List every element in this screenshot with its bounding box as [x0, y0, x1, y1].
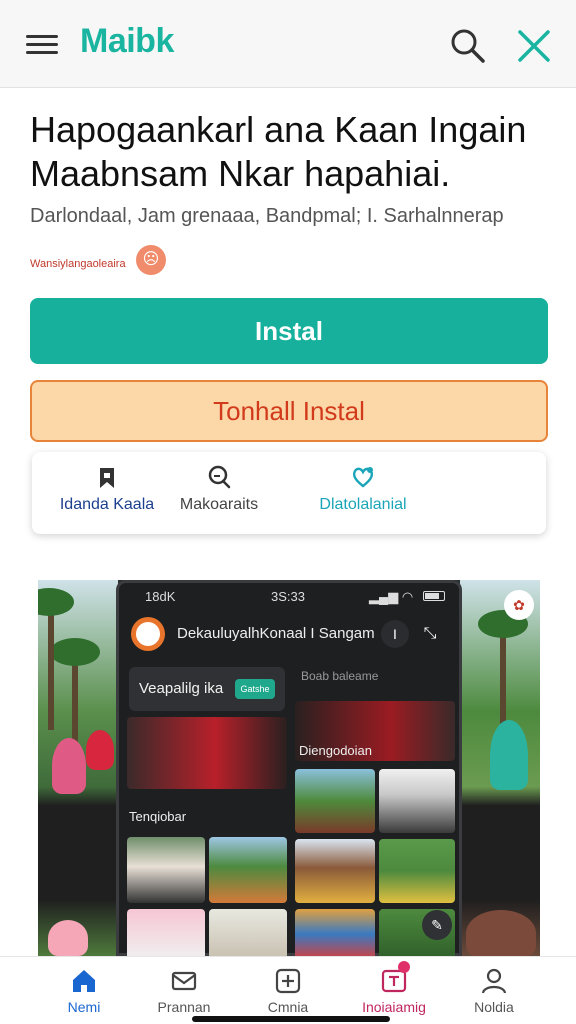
feature-item-3[interactable]: Dlatolalanial [288, 464, 438, 514]
phone-header: DekauluyalhKonaal I Sangam I ⤡ [131, 617, 451, 653]
photo-tile [295, 839, 375, 903]
add-square-icon [275, 968, 301, 994]
corner-badge-icon: ✿ [504, 590, 534, 620]
status-left: 18dK [145, 589, 176, 604]
close-icon[interactable] [514, 26, 554, 66]
app-bar: Maibk [0, 0, 576, 88]
nav-label: Noldia [474, 999, 514, 1015]
photo-tile [209, 837, 287, 903]
profile-icon [481, 968, 507, 994]
bookmark-icon [100, 468, 114, 488]
status-time: 3S:33 [271, 589, 305, 604]
alt-install-button[interactable]: Tonhall Instal [30, 380, 548, 442]
nav-label: Nemi [67, 999, 101, 1015]
tile-label: Diengodoian [299, 743, 373, 758]
phone-card-label: Veapalilg ika [139, 680, 224, 697]
feature-label: Dlatolalanial [319, 496, 407, 513]
photo-tile [295, 909, 375, 956]
phone-sub-label: Boab baleame [301, 669, 379, 683]
heart-chat-icon [352, 467, 374, 488]
search-icon[interactable] [448, 26, 488, 66]
search-icon [208, 465, 231, 489]
phone-card: Veapalilg ika Gatshe [129, 667, 285, 711]
nav-item-add[interactable]: Cmnia [238, 967, 338, 1017]
scene-left [38, 580, 118, 956]
nav-item-profile[interactable]: Noldia [444, 967, 544, 1017]
menu-icon[interactable] [24, 30, 60, 60]
mail-icon [171, 971, 197, 991]
nav-item-mail[interactable]: Prannan [134, 967, 234, 1017]
phone-card-pill: Gatshe [235, 679, 275, 699]
photo-tile [379, 839, 455, 903]
chat-bubble-icon: ✎ [422, 910, 452, 940]
phone-app-title: DekauluyalhKonaal I Sangam [177, 625, 375, 642]
nav-label: Prannan [157, 999, 211, 1015]
photo-tile [127, 909, 205, 956]
feature-card: Idanda Kaala Makoaraits Dlatolalanial [32, 452, 546, 534]
battery-icon [423, 591, 445, 601]
nav-label: Inoiaiamig [362, 999, 426, 1015]
article-meta: Darlondaal, Jam grenaaa, Bandpmal; I. Sa… [30, 205, 504, 227]
app-brand[interactable]: Maibk [80, 22, 174, 61]
expand-icon: ⤡ [423, 625, 437, 642]
home-indicator[interactable] [192, 1016, 390, 1022]
photo-tile [127, 837, 205, 903]
signal-icon: ▂▄▆ ◠ [369, 589, 414, 604]
app-logo-icon [131, 617, 165, 651]
photo-tile [379, 769, 455, 833]
feature-label: Idanda Kaala [59, 496, 155, 513]
phone-mockup: 18dK 3S:33 ▂▄▆ ◠ DekauluyalhKonaal I San… [116, 580, 462, 956]
nav-label: Cmnia [267, 999, 309, 1015]
promo-screenshot[interactable]: ✿ 18dK 3S:33 ▂▄▆ ◠ DekauluyalhKonaal I S… [38, 580, 540, 956]
emoji-badge-icon: ☹ [136, 245, 166, 275]
tile-label: Tenqiobar [129, 809, 187, 824]
feature-label: Makoaraits [179, 496, 259, 513]
photo-tile [295, 769, 375, 833]
nav-item-notifications[interactable]: Inoiaiamig [344, 961, 444, 1017]
photo-tile [209, 909, 287, 956]
bottom-nav: Nemi Prannan Cmnia Inoiaiamig Noldia [0, 956, 576, 1024]
article-headline: Hapogaankarl ana Kaan Ingain Maabnsam Nk… [30, 109, 527, 194]
feature-item-2[interactable]: Makoaraits [144, 464, 294, 514]
nav-item-home[interactable]: Nemi [34, 967, 134, 1017]
article-meta-small: Wansiylangaoleaira [30, 258, 126, 270]
home-icon [73, 970, 95, 992]
install-button[interactable]: Instal [30, 298, 548, 364]
scene-right [460, 580, 540, 956]
notification-dot [398, 961, 410, 973]
video-tile [127, 717, 287, 789]
phone-status-bar: 18dK 3S:33 ▂▄▆ ◠ [119, 587, 459, 607]
info-icon: I [381, 620, 409, 648]
page: Maibk Hapogaankarl ana Kaan Ingain Maabn… [0, 0, 576, 1024]
